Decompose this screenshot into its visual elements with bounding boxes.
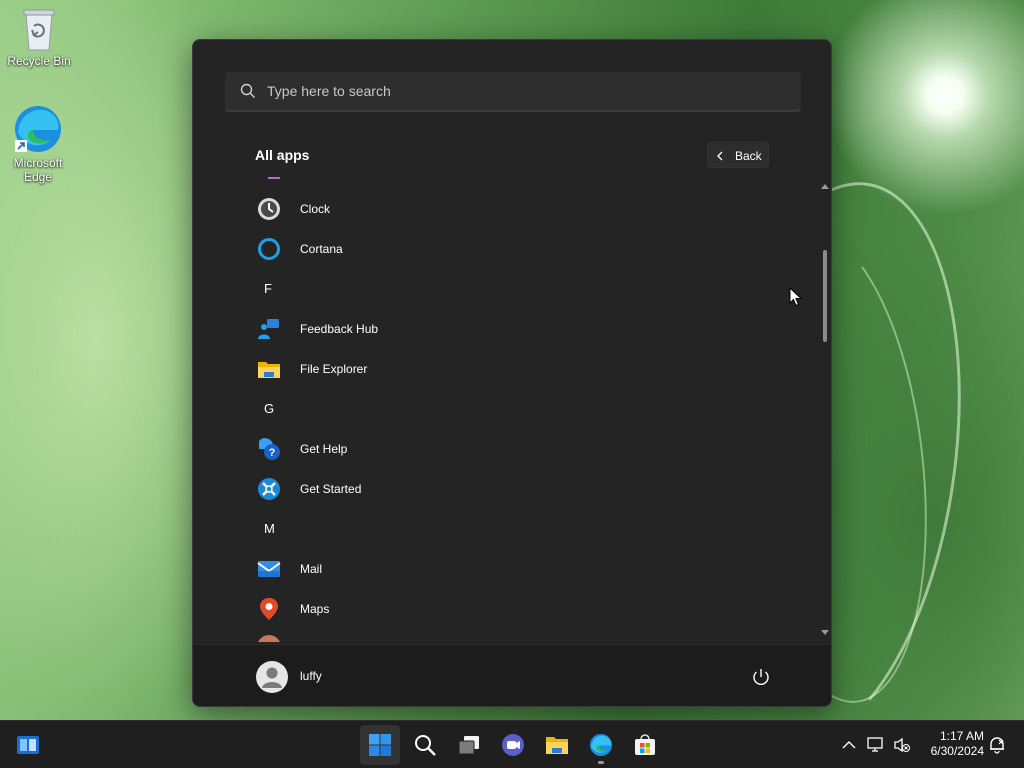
back-button[interactable]: Back: [707, 142, 769, 168]
edge-icon: [15, 106, 61, 152]
app-label: Mail: [300, 562, 323, 576]
search-box[interactable]: [225, 72, 801, 112]
recycle-bin-icon: [23, 9, 55, 51]
app-item-maps[interactable]: Maps: [249, 589, 809, 629]
get-started-icon: [258, 478, 280, 500]
app-item-get-started[interactable]: Get Started: [249, 469, 809, 509]
desktop-icon-recycle-bin[interactable]: Recycle Bin: [1, 6, 77, 68]
app-label: File Explorer: [300, 362, 368, 376]
widgets-icon: [17, 736, 39, 754]
scrollbar-thumb[interactable]: [823, 250, 827, 342]
app-label: Cortana: [300, 242, 343, 256]
store-icon: [635, 734, 655, 755]
app-item-cortana[interactable]: Cortana: [249, 229, 809, 269]
notifications-icon[interactable]: [988, 736, 1006, 754]
power-icon[interactable]: [749, 665, 773, 689]
edge-icon: [589, 733, 613, 757]
letter-label: F: [264, 281, 272, 296]
widgets-button[interactable]: [8, 725, 48, 765]
start-button[interactable]: [360, 725, 400, 765]
user-name[interactable]: luffy: [300, 669, 322, 683]
windows-start-icon: [369, 734, 391, 756]
desktop-icon-label: Recycle Bin: [7, 54, 71, 68]
app-item-get-help[interactable]: ? Get Help: [249, 429, 809, 469]
get-help-icon: ?: [259, 438, 280, 460]
maps-icon: [260, 598, 278, 620]
clock-time: 1:17 AM: [939, 729, 984, 743]
clock-date: 6/30/2024: [930, 744, 984, 758]
network-icon[interactable]: [867, 737, 885, 753]
cortana-icon: [258, 238, 280, 260]
start-menu: All apps Back Clock Cortana F: [192, 39, 832, 707]
user-avatar[interactable]: [256, 661, 288, 693]
microsoft-store-button[interactable]: [625, 725, 665, 765]
taskbar: 1:17 AM 6/30/2024: [0, 720, 1024, 768]
app-label: Clock: [300, 202, 331, 216]
app-label: Get Help: [300, 442, 348, 456]
partial-app-icon: [257, 635, 281, 642]
volume-muted-icon[interactable]: [893, 737, 911, 753]
app-item-feedback-hub[interactable]: Feedback Hub: [249, 309, 809, 349]
scroll-up-arrow-icon: [821, 184, 829, 189]
clock-icon: [258, 198, 280, 220]
app-label: Feedback Hub: [300, 322, 379, 336]
letter-header-f[interactable]: F: [249, 269, 289, 309]
letter-header-g[interactable]: G: [249, 389, 289, 429]
taskbar-clock[interactable]: 1:17 AM 6/30/2024: [920, 729, 984, 759]
chat-button[interactable]: [493, 725, 533, 765]
mouse-cursor-icon: [789, 287, 803, 307]
task-view-icon: [458, 736, 479, 755]
group-marker: [268, 177, 280, 179]
back-button-label: Back: [735, 149, 762, 163]
app-label: Maps: [300, 602, 330, 616]
mail-icon: [257, 561, 281, 577]
app-item-file-explorer[interactable]: File Explorer: [249, 349, 809, 389]
running-indicator: [598, 761, 604, 764]
all-apps-title: All apps: [255, 147, 310, 163]
chat-icon: [502, 734, 524, 756]
feedback-hub-icon: [258, 319, 279, 339]
all-apps-list: Clock Cortana F Feedback Hub File Explor…: [193, 172, 813, 642]
letter-label: G: [264, 401, 275, 416]
search-icon: [415, 735, 436, 756]
svg-text:?: ?: [269, 447, 276, 459]
start-footer: luffy: [193, 644, 831, 706]
desktop-icon-microsoft-edge[interactable]: Microsoft Edge: [0, 104, 76, 184]
taskbar-file-explorer-button[interactable]: [537, 725, 577, 765]
show-hidden-icons-chevron-up-icon[interactable]: [842, 740, 856, 750]
app-item-clock[interactable]: Clock: [249, 189, 809, 229]
search-icon: [240, 83, 255, 98]
chevron-left-icon: [717, 151, 723, 161]
taskbar-search-button[interactable]: [405, 725, 445, 765]
file-explorer-icon: [546, 737, 568, 754]
letter-label: M: [264, 521, 275, 536]
file-explorer-icon: [258, 362, 280, 378]
desktop-icon-label: Microsoft Edge: [13, 156, 63, 184]
task-view-button[interactable]: [449, 725, 489, 765]
letter-header-m[interactable]: M: [249, 509, 289, 549]
scroll-down-arrow-icon: [821, 630, 829, 635]
app-label: Get Started: [300, 482, 362, 496]
taskbar-edge-button[interactable]: [581, 725, 621, 765]
search-input[interactable]: [267, 72, 767, 110]
app-item-mail[interactable]: Mail: [249, 549, 809, 589]
user-icon: [262, 667, 282, 688]
